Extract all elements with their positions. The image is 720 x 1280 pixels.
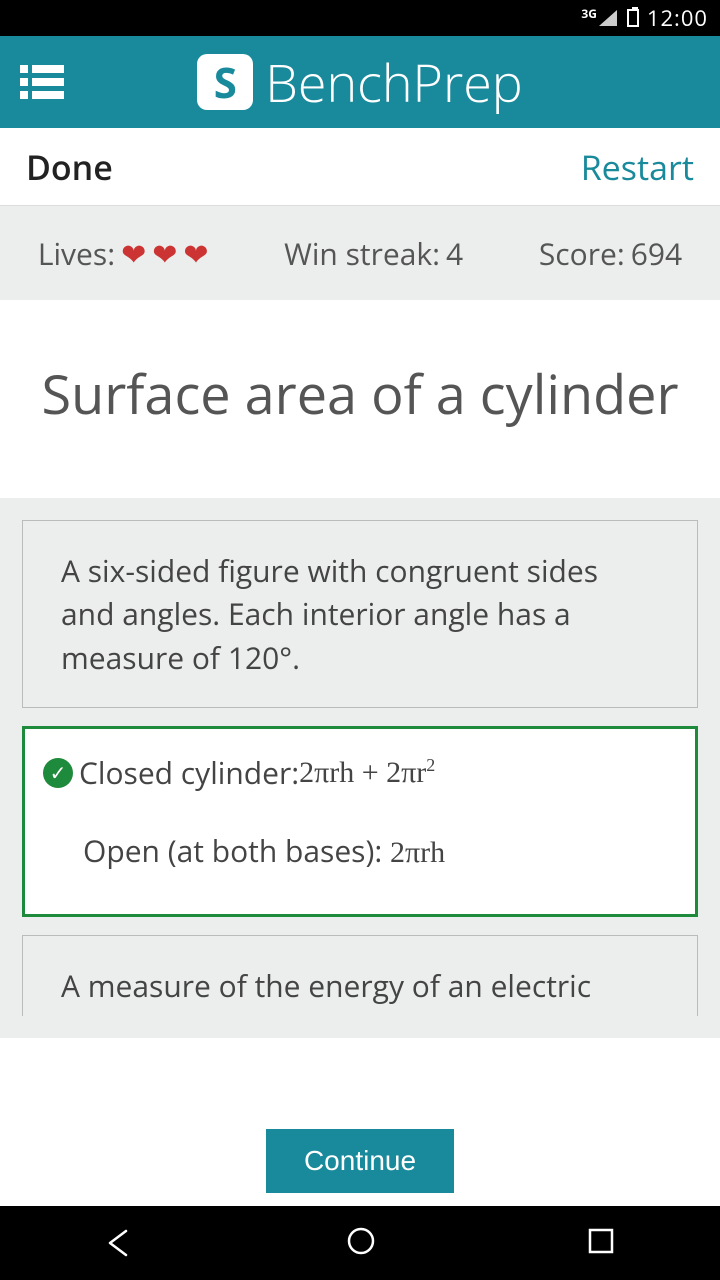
sub-header: Done Restart	[0, 128, 720, 206]
lives-label: Lives:	[38, 233, 115, 274]
continue-button[interactable]: Continue	[266, 1129, 454, 1193]
option-card-correct[interactable]: ✓ Closed cylinder: 2πrh + 2πr2 Open (at …	[22, 726, 698, 917]
nav-recent-icon[interactable]	[586, 1226, 616, 1261]
clock: 12:00	[647, 3, 708, 33]
app-header: S BenchPrep	[0, 36, 720, 128]
brand: S BenchPrep	[64, 47, 656, 118]
brand-text: BenchPrep	[265, 47, 522, 118]
button-bar: Continue	[0, 1116, 720, 1206]
option-text: A six-sided figure with congruent sides …	[61, 550, 598, 678]
nav-back-icon[interactable]	[104, 1227, 136, 1259]
signal-icon	[599, 10, 617, 26]
network-indicator: 3G	[581, 5, 597, 22]
done-button[interactable]: Done	[26, 144, 113, 190]
open-label: Open (at both bases):	[83, 830, 390, 871]
option-card[interactable]: A six-sided figure with congruent sides …	[22, 520, 698, 709]
restart-button[interactable]: Restart	[581, 144, 694, 190]
check-icon: ✓	[43, 758, 73, 788]
stats-bar: Lives: ❤ ❤ ❤ Win streak: 4 Score: 694	[0, 206, 720, 300]
score-value: 694	[631, 233, 682, 274]
open-formula: 2πrh	[390, 836, 445, 869]
option-text: A measure of the energy of an electric	[61, 965, 591, 1006]
heart-icon: ❤	[183, 233, 208, 274]
nav-home-icon[interactable]	[345, 1225, 377, 1262]
closed-label: Closed cylinder:	[79, 751, 299, 795]
question-title: Surface area of a cylinder	[0, 300, 720, 498]
heart-icon: ❤	[152, 233, 177, 274]
menu-icon[interactable]	[20, 65, 64, 99]
option-card[interactable]: A measure of the energy of an electric	[22, 935, 698, 1016]
streak-label: Win streak:	[284, 233, 440, 274]
lives-stat: Lives: ❤ ❤ ❤	[38, 233, 209, 274]
options-list: A six-sided figure with congruent sides …	[0, 498, 720, 1038]
heart-icon: ❤	[121, 233, 146, 274]
brand-logo-icon: S	[197, 54, 253, 110]
score-stat: Score: 694	[539, 233, 682, 274]
android-nav-bar	[0, 1206, 720, 1280]
battery-icon	[627, 9, 639, 27]
streak-stat: Win streak: 4	[284, 233, 463, 274]
main-content: Surface area of a cylinder A six-sided f…	[0, 300, 720, 1206]
score-label: Score:	[539, 233, 625, 274]
closed-formula: 2πrh + 2πr2	[299, 751, 435, 795]
android-status-bar: 3G 12:00	[0, 0, 720, 36]
streak-value: 4	[446, 233, 463, 274]
